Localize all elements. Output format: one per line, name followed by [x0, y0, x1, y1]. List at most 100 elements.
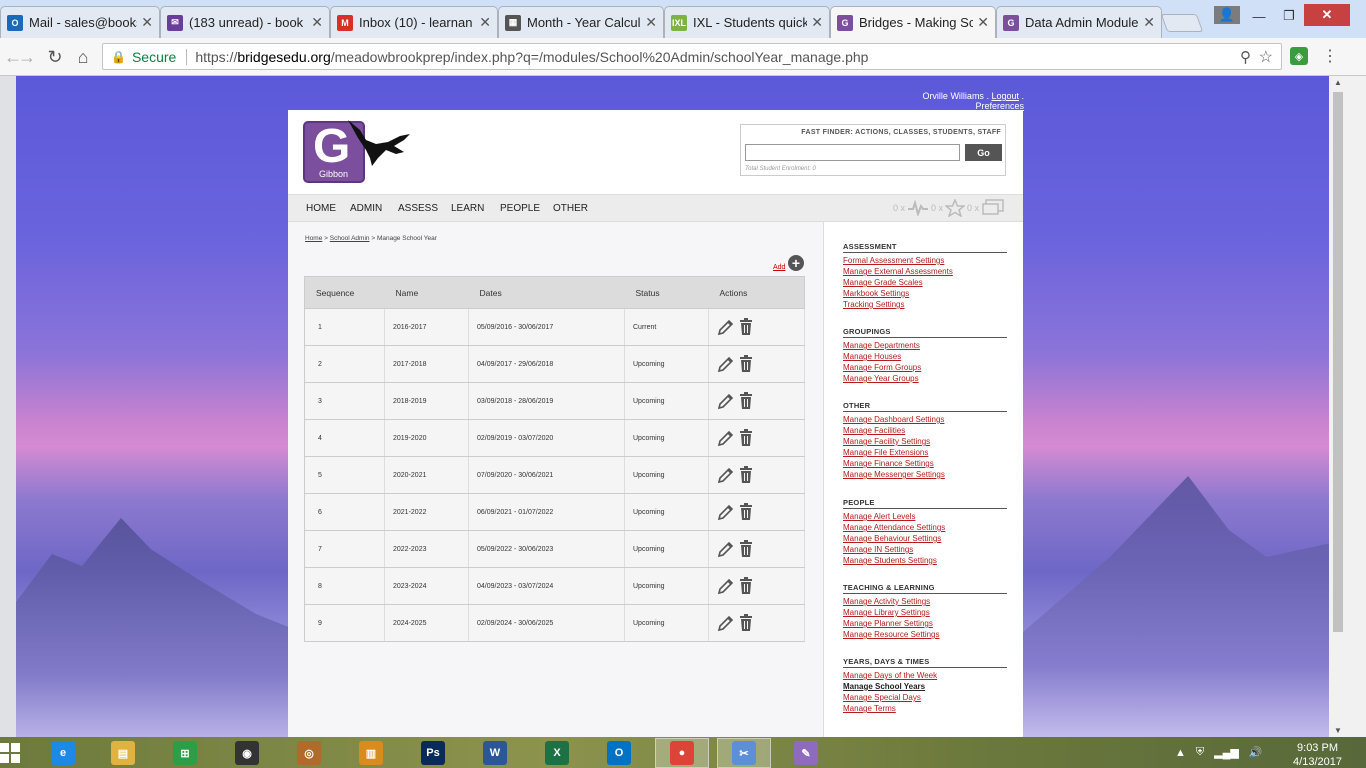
taskbar-paint[interactable]: ✎ — [779, 738, 833, 768]
tab-close-icon[interactable]: ✕ — [311, 14, 323, 31]
taskbar-store[interactable]: ⊞ — [158, 738, 212, 768]
sidebar-link[interactable]: Manage IN Settings — [843, 544, 1007, 555]
sidebar-link[interactable]: Manage Library Settings — [843, 607, 1007, 618]
browser-tab[interactable]: O Mail - sales@books ✕ — [0, 6, 160, 38]
add-link[interactable]: Add — [773, 264, 785, 271]
browser-tab[interactable]: G Bridges - Making Sc ✕ — [830, 6, 996, 38]
pulse-count[interactable]: 0 x — [931, 203, 943, 213]
message-icon[interactable] — [981, 198, 1005, 218]
tab-close-icon[interactable]: ✕ — [977, 14, 989, 31]
network-icon[interactable]: ▂▄▆ — [1214, 746, 1239, 759]
sidebar-link[interactable]: Manage External Assessments — [843, 266, 1007, 277]
taskbar-outlook[interactable]: O — [592, 738, 646, 768]
sidebar-link[interactable]: Formal Assessment Settings — [843, 255, 1007, 266]
tab-close-icon[interactable]: ✕ — [1143, 14, 1155, 31]
sidebar-link[interactable]: Manage Attendance Settings — [843, 522, 1007, 533]
sidebar-link[interactable]: Manage Form Groups — [843, 362, 1007, 373]
volume-icon[interactable]: 🔊 — [1249, 746, 1263, 759]
sidebar-link[interactable]: Manage Planner Settings — [843, 618, 1007, 629]
sidebar-link[interactable]: Manage File Extensions — [843, 447, 1007, 458]
zoom-icon[interactable]: ⚲ — [1240, 48, 1251, 66]
sidebar-link[interactable]: Manage Finance Settings — [843, 458, 1007, 469]
browser-tab[interactable]: M Inbox (10) - learnan ✕ — [330, 6, 498, 38]
sidebar-link[interactable]: Manage Messenger Settings — [843, 469, 1007, 480]
sidebar-link[interactable]: Manage Departments — [843, 340, 1007, 351]
edit-pencil-icon[interactable] — [717, 355, 735, 373]
pulse-icon[interactable] — [907, 200, 929, 216]
browser-tab[interactable]: IXL IXL - Students quick ✕ — [664, 6, 830, 38]
edit-pencil-icon[interactable] — [717, 392, 735, 410]
tab-close-icon[interactable]: ✕ — [479, 14, 491, 31]
profile-icon[interactable]: 👤 — [1214, 6, 1240, 24]
scroll-up-arrow-icon[interactable]: ▲ — [1329, 78, 1347, 87]
delete-trash-icon[interactable] — [739, 429, 753, 447]
star-count[interactable]: 0 x — [967, 203, 979, 213]
menu-admin[interactable]: ADMIN — [350, 203, 382, 214]
delete-trash-icon[interactable] — [739, 466, 753, 484]
sidebar-link[interactable]: Manage Activity Settings — [843, 596, 1007, 607]
delete-trash-icon[interactable] — [739, 392, 753, 410]
tab-close-icon[interactable]: ✕ — [141, 14, 153, 31]
page-scrollbar[interactable]: ▲ ▼ — [1329, 76, 1347, 737]
star-icon[interactable] — [944, 199, 965, 217]
taskbar-media-app[interactable]: ◎ — [282, 738, 336, 768]
taskbar-excel[interactable]: X — [530, 738, 584, 768]
add-plus-icon[interactable]: + — [788, 255, 804, 271]
edit-pencil-icon[interactable] — [717, 503, 735, 521]
bookmark-star-icon[interactable]: ☆ — [1259, 47, 1273, 67]
extension-icon[interactable]: ◈ — [1290, 47, 1308, 65]
clock[interactable]: 9:03 PM 4/13/2017 — [1275, 741, 1360, 768]
sidebar-link[interactable]: Manage Facilities — [843, 425, 1007, 436]
fast-finder-input[interactable] — [745, 144, 960, 161]
notification-count[interactable]: 0 x — [893, 203, 905, 213]
taskbar-snipping-tool[interactable]: ✂ — [717, 738, 771, 768]
menu-people[interactable]: PEOPLE — [500, 203, 540, 214]
menu-other[interactable]: OTHER — [553, 203, 588, 214]
reload-icon[interactable]: ↻ — [44, 46, 66, 68]
tab-close-icon[interactable]: ✕ — [811, 14, 823, 31]
taskbar-notes-app[interactable]: ▥ — [344, 738, 398, 768]
window-close-button[interactable]: ✕ — [1304, 4, 1350, 26]
address-bar[interactable]: 🔒 Secure https://bridgesedu.org/meadowbr… — [102, 43, 1282, 70]
delete-trash-icon[interactable] — [739, 614, 753, 632]
sidebar-link[interactable]: Manage Dashboard Settings — [843, 414, 1007, 425]
taskbar-photoshop[interactable]: Ps — [406, 738, 460, 768]
edit-pencil-icon[interactable] — [717, 429, 735, 447]
edit-pencil-icon[interactable] — [717, 577, 735, 595]
logout-link[interactable]: Logout — [991, 91, 1019, 101]
delete-trash-icon[interactable] — [739, 355, 753, 373]
sidebar-link[interactable]: Manage Houses — [843, 351, 1007, 362]
scroll-down-arrow-icon[interactable]: ▼ — [1329, 726, 1347, 735]
sidebar-link[interactable]: Manage Terms — [843, 703, 1007, 714]
sidebar-link[interactable]: Manage Days of the Week — [843, 670, 1007, 681]
sidebar-link[interactable]: Markbook Settings — [843, 288, 1007, 299]
shield-icon[interactable]: ⛨ — [1196, 746, 1204, 759]
sidebar-link[interactable]: Manage Students Settings — [843, 555, 1007, 566]
edit-pencil-icon[interactable] — [717, 614, 735, 632]
sidebar-link[interactable]: Manage Alert Levels — [843, 511, 1007, 522]
sidebar-link[interactable]: Manage Special Days — [843, 692, 1007, 703]
delete-trash-icon[interactable] — [739, 503, 753, 521]
home-icon[interactable]: ⌂ — [72, 46, 94, 68]
taskbar-word[interactable]: W — [468, 738, 522, 768]
forward-arrow-icon[interactable]: → — [16, 46, 38, 68]
tab-close-icon[interactable]: ✕ — [645, 14, 657, 31]
sidebar-link[interactable]: Manage Facility Settings — [843, 436, 1007, 447]
taskbar-chrome[interactable]: ● — [655, 738, 709, 768]
delete-trash-icon[interactable] — [739, 577, 753, 595]
delete-trash-icon[interactable] — [739, 540, 753, 558]
breadcrumb-school-admin[interactable]: School Admin — [330, 235, 370, 242]
sidebar-link[interactable]: Manage School Years — [843, 681, 1007, 692]
url-text[interactable]: https://bridgesedu.org/meadowbrookprep/i… — [195, 49, 868, 65]
edit-pencil-icon[interactable] — [717, 318, 735, 336]
edit-pencil-icon[interactable] — [717, 540, 735, 558]
new-tab-button[interactable] — [1160, 14, 1204, 32]
sidebar-link[interactable]: Manage Grade Scales — [843, 277, 1007, 288]
scrollbar-thumb[interactable] — [1333, 92, 1343, 632]
windows-start-icon[interactable] — [0, 743, 20, 763]
breadcrumb-home[interactable]: Home — [305, 235, 322, 242]
taskbar-file-explorer[interactable]: ▤ — [96, 738, 150, 768]
taskbar-speaker-app[interactable]: ◉ — [220, 738, 274, 768]
sidebar-link[interactable]: Tracking Settings — [843, 299, 1007, 310]
sidebar-link[interactable]: Manage Behaviour Settings — [843, 533, 1007, 544]
